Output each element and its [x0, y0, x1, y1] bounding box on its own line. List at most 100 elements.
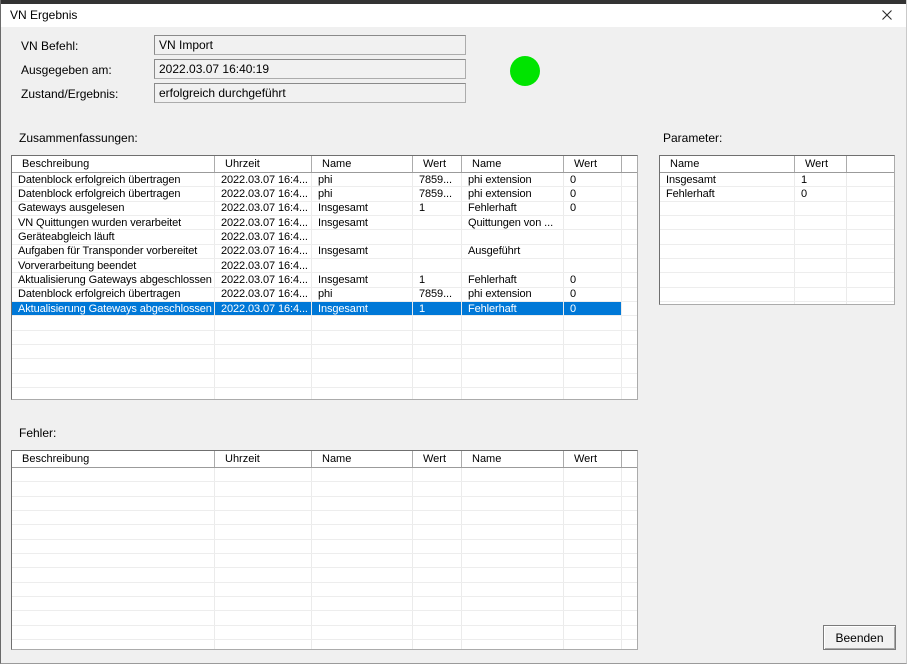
cell: Datenblock erfolgreich übertragen — [12, 288, 215, 301]
field-ausgegeben-am[interactable]: 2022.03.07 16:40:19 — [154, 59, 466, 79]
cell — [622, 345, 637, 358]
field-zustand-ergebnis[interactable]: erfolgreich durchgeführt — [154, 83, 466, 103]
cell — [312, 640, 413, 649]
cell: phi extension — [462, 288, 564, 301]
cell — [215, 374, 312, 387]
cell: phi extension — [462, 187, 564, 200]
cell — [215, 554, 312, 567]
column-header-name[interactable]: Name — [312, 156, 413, 172]
table-row[interactable]: Aktualisierung Gateways abgeschlossen202… — [12, 273, 637, 287]
cell — [622, 540, 637, 553]
cell: 7859... — [413, 173, 462, 186]
table-row-empty — [660, 202, 894, 216]
cell — [413, 511, 462, 524]
cell — [564, 230, 622, 243]
titlebar[interactable]: VN Ergebnis — [1, 4, 907, 27]
cell — [413, 482, 462, 495]
table-row[interactable]: Geräteabgleich läuft2022.03.07 16:4... — [12, 230, 637, 244]
cell: Insgesamt — [312, 245, 413, 258]
cell: Insgesamt — [660, 173, 795, 186]
cell: Datenblock erfolgreich übertragen — [12, 187, 215, 200]
cell — [413, 331, 462, 344]
cell — [462, 331, 564, 344]
cell — [564, 525, 622, 538]
cell — [462, 640, 564, 649]
column-header-wert[interactable]: Wert — [795, 156, 847, 172]
cell — [622, 554, 637, 567]
column-header-name[interactable]: Name — [462, 156, 564, 172]
cell — [622, 597, 637, 610]
cell — [795, 230, 847, 243]
column-header-empty — [622, 451, 637, 467]
table-row[interactable]: Gateways ausgelesen2022.03.07 16:4...Ins… — [12, 202, 637, 216]
table-row[interactable]: Datenblock erfolgreich übertragen2022.03… — [12, 288, 637, 302]
cell — [312, 359, 413, 372]
column-header-wert[interactable]: Wert — [413, 451, 462, 467]
table-row[interactable]: Datenblock erfolgreich übertragen2022.03… — [12, 173, 637, 187]
cell — [413, 583, 462, 596]
table-row-empty — [12, 611, 637, 625]
table-row-empty — [12, 568, 637, 582]
cell — [660, 202, 795, 215]
cell — [847, 216, 894, 229]
cell — [847, 245, 894, 258]
cell — [312, 540, 413, 553]
table-row[interactable]: Vorverarbeitung beendet2022.03.07 16:4..… — [12, 259, 637, 273]
column-header-name[interactable]: Name — [660, 156, 795, 172]
column-header-wert[interactable]: Wert — [564, 156, 622, 172]
cell — [215, 345, 312, 358]
table-row-empty — [660, 245, 894, 259]
cell — [215, 525, 312, 538]
cell: 1 — [413, 202, 462, 215]
cell — [413, 540, 462, 553]
cell: 0 — [564, 302, 622, 315]
table-row-empty — [12, 554, 637, 568]
cell — [413, 626, 462, 639]
cell — [12, 316, 215, 329]
cell — [622, 173, 637, 186]
table-row[interactable]: Insgesamt1 — [660, 173, 894, 187]
beenden-button[interactable]: Beenden — [823, 625, 896, 650]
column-header-beschreibung[interactable]: Beschreibung — [12, 451, 215, 467]
table-row[interactable]: Aufgaben für Transponder vorbereitet2022… — [12, 245, 637, 259]
cell — [564, 482, 622, 495]
cell: Fehlerhaft — [462, 202, 564, 215]
table-row[interactable]: VN Quittungen wurden verarbeitet2022.03.… — [12, 216, 637, 230]
table-row[interactable]: Aktualisierung Gateways abgeschlossen202… — [12, 302, 637, 316]
cell — [312, 497, 413, 510]
column-header-name[interactable]: Name — [312, 451, 413, 467]
cell — [622, 202, 637, 215]
column-header-uhrzeit[interactable]: Uhrzeit — [215, 451, 312, 467]
cell — [795, 273, 847, 286]
table-row[interactable]: Fehlerhaft0 — [660, 187, 894, 201]
cell — [462, 230, 564, 243]
cell — [462, 540, 564, 553]
column-header-beschreibung[interactable]: Beschreibung — [12, 156, 215, 172]
column-header-wert[interactable]: Wert — [564, 451, 622, 467]
cell — [462, 259, 564, 272]
cell — [622, 626, 637, 639]
cell — [660, 230, 795, 243]
cell — [795, 216, 847, 229]
cell — [215, 482, 312, 495]
cell: 2022.03.07 16:4... — [215, 288, 312, 301]
cell: Aufgaben für Transponder vorbereitet — [12, 245, 215, 258]
cell: Fehlerhaft — [462, 302, 564, 315]
close-button[interactable] — [875, 6, 899, 24]
cell — [622, 273, 637, 286]
status-indicator-dot — [510, 56, 540, 86]
parameter-table-body: Insgesamt1Fehlerhaft0 — [660, 173, 894, 304]
table-row-empty — [12, 331, 637, 345]
cell — [312, 374, 413, 387]
cell — [660, 288, 795, 301]
cell — [564, 611, 622, 624]
cell — [215, 640, 312, 649]
column-header-uhrzeit[interactable]: Uhrzeit — [215, 156, 312, 172]
field-vn-befehl[interactable]: VN Import — [154, 35, 466, 55]
cell — [12, 554, 215, 567]
cell — [215, 331, 312, 344]
column-header-wert[interactable]: Wert — [413, 156, 462, 172]
table-row[interactable]: Datenblock erfolgreich übertragen2022.03… — [12, 187, 637, 201]
cell — [564, 597, 622, 610]
column-header-name[interactable]: Name — [462, 451, 564, 467]
